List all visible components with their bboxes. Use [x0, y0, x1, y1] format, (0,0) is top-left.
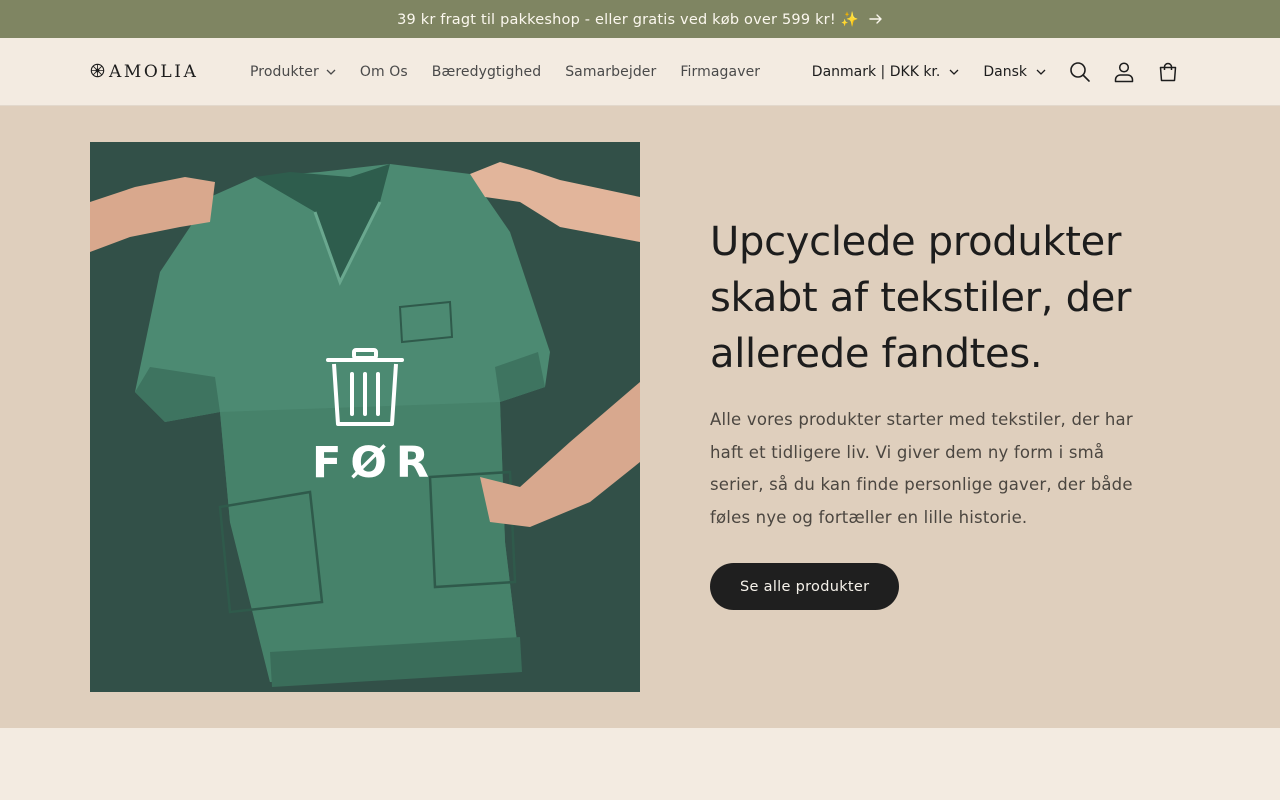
chevron-down-icon [949, 69, 959, 75]
arrow-right-icon[interactable] [869, 14, 883, 24]
logo-mark-icon [90, 63, 105, 82]
language-label: Dansk [983, 64, 1027, 80]
hero-text: Upcyclede produkter skabt af tekstiler, … [710, 214, 1140, 610]
nav-label: Samarbejder [565, 64, 657, 80]
logo-text: AMOLIA [109, 62, 199, 82]
hero-description: Alle vores produkter starter med tekstil… [710, 410, 1133, 527]
see-all-products-button[interactable]: Se alle produkter [710, 563, 900, 610]
search-icon[interactable] [1058, 50, 1102, 94]
logo[interactable]: AMOLIA [90, 63, 199, 82]
hero-image: FØR [90, 142, 640, 692]
next-section [0, 728, 1280, 800]
nav-item-firmagaver[interactable]: Firmagaver [668, 64, 772, 80]
country-selector[interactable]: Danmark | DKK kr. [800, 64, 972, 80]
nav-label: Om Os [359, 64, 408, 80]
announcement-bar[interactable]: 39 kr fragt til pakkeshop - eller gratis… [0, 0, 1280, 38]
cart-icon[interactable] [1146, 50, 1190, 94]
nav-item-produkter[interactable]: Produkter [238, 64, 348, 80]
country-label: Danmark | DKK kr. [811, 64, 941, 80]
chevron-down-icon [1036, 69, 1046, 75]
nav-item-baeredygtighed[interactable]: Bæredygtighed [420, 64, 553, 80]
nav-label: Bæredygtighed [431, 64, 542, 80]
language-selector[interactable]: Dansk [971, 64, 1058, 80]
site-header: AMOLIA Produkter Om Os Bæredygtighed Sam… [0, 38, 1280, 106]
nav-label: Firmagaver [680, 64, 761, 80]
header-utilities: Danmark | DKK kr. Dansk [800, 38, 1190, 106]
hero-title: Upcyclede produkter skabt af tekstiler, … [710, 219, 1132, 377]
main-nav: Produkter Om Os Bæredygtighed Samarbejde… [238, 38, 772, 106]
hero-section: FØR Upcyclede produkter skabt af tekstil… [0, 106, 1280, 728]
announcement-text[interactable]: 39 kr fragt til pakkeshop - eller gratis… [397, 11, 859, 28]
nav-item-samarbejder[interactable]: Samarbejder [553, 64, 668, 80]
chevron-down-icon [326, 69, 336, 75]
trash-icon [326, 348, 404, 432]
account-icon[interactable] [1102, 50, 1146, 94]
nav-label: Produkter [250, 64, 319, 80]
nav-item-om-os[interactable]: Om Os [348, 64, 420, 80]
hero-image-overlay-text: FØR [312, 438, 439, 488]
